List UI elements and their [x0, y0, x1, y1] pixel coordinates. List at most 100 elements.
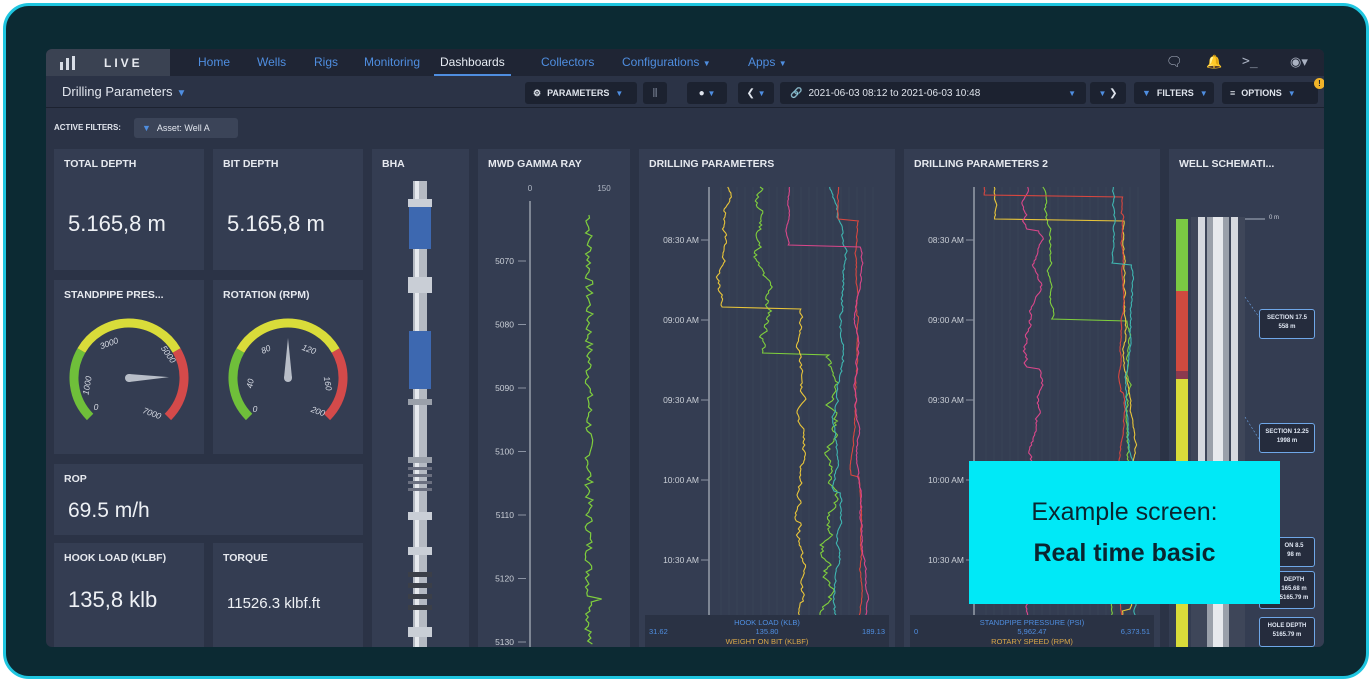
- schematic-top-depth: 0 m: [1269, 215, 1280, 221]
- gamma-ray-widget[interactable]: MWD GAMMA RAY 0 150 5070 5080 5090 5100 5110 51…: [478, 149, 630, 647]
- nav-configurations[interactable]: Configurations ▼: [622, 49, 711, 76]
- scale-max-label: 150: [597, 184, 611, 193]
- legend-max: 189.13: [862, 627, 885, 636]
- section-depth: 5165.79 m: [1272, 632, 1302, 638]
- section-name: SECTION 12.25: [1265, 429, 1309, 435]
- chevron-down-icon: ▼: [707, 88, 716, 98]
- standpipe-gauge: 1000300050000 7000: [69, 318, 189, 421]
- widget-title: DRILLING PARAMETERS 2: [914, 158, 1048, 170]
- nav-home[interactable]: Home: [198, 49, 230, 76]
- terminal-icon[interactable]: >_: [1242, 54, 1258, 69]
- legend-series-name: HOOK LOAD (KLB): [734, 618, 800, 627]
- gauge-tick-label: 0: [94, 402, 99, 412]
- chevron-down-icon: ▼: [1199, 88, 1208, 98]
- time-range-field[interactable]: 🔗 2021-06-03 08:12 to 2021-06-03 10:48 ▼: [780, 82, 1086, 104]
- section-depth: 5165.79 m: [1279, 595, 1309, 601]
- bha-widget[interactable]: BHA: [372, 149, 469, 647]
- hook-load-widget[interactable]: HOOK LOAD (KLBF) 135,8 klb: [54, 543, 204, 647]
- section-depth: 558 m: [1278, 324, 1296, 330]
- dashboard-title: Drilling Parameters: [62, 84, 173, 99]
- rop-value: 69.5 m/h: [68, 499, 150, 522]
- gamma-ray-curve: [584, 214, 602, 645]
- rotation-widget[interactable]: ROTATION (RPM) 40 80 120 160 0 200: [213, 280, 363, 454]
- user-icon[interactable]: ◉▾: [1290, 54, 1308, 70]
- dashboard-toolbar: Drilling Parameters ▼ ⚙ PARAMETERS ▼ ⫼ ● ▼ …: [46, 76, 1324, 108]
- time-tick-label: 09:00 AM: [928, 315, 964, 325]
- rop-widget[interactable]: ROP 69.5 m/h: [54, 464, 363, 535]
- gauge-hub: [125, 374, 133, 382]
- options-label: OPTIONS: [1241, 88, 1282, 98]
- legend-series-name: STANDPIPE PRESSURE (PSI): [979, 618, 1085, 627]
- nav-rigs[interactable]: Rigs: [314, 49, 338, 76]
- filter-chip[interactable]: ▼ Asset: Well A: [134, 118, 238, 138]
- section-name: SECTION 17.5: [1266, 315, 1307, 321]
- legend-next-series: WEIGHT ON BIT (KLBF): [725, 637, 809, 646]
- legend-current: 5,962.47: [1017, 627, 1047, 636]
- bha-diagram: [408, 181, 432, 647]
- top-nav: LIVE Home Wells Rigs Monitoring Dashboar…: [46, 49, 1324, 76]
- section-depth: 98 m: [1287, 552, 1301, 558]
- gauge-tick-label: 1000: [80, 375, 93, 396]
- compare-icon[interactable]: ⫼: [643, 82, 667, 104]
- gauge-tick-label: 120: [301, 342, 318, 356]
- widget-title: BIT DEPTH: [223, 158, 279, 170]
- time-tick-label: 08:30 AM: [928, 235, 964, 245]
- section-depth: 165.68 m: [1281, 586, 1307, 592]
- nav-wells[interactable]: Wells: [257, 49, 286, 76]
- total-depth-widget[interactable]: TOTAL DEPTH 5.165,8 m: [54, 149, 204, 270]
- section-depth: 1998 m: [1276, 438, 1298, 444]
- chat-icon[interactable]: 🗨: [1166, 54, 1183, 70]
- info-button[interactable]: ● ▼: [687, 82, 727, 104]
- chevron-left-icon: ❮: [746, 87, 755, 99]
- section-marker[interactable]: HOLE DEPTH 5165.79 m: [1259, 617, 1315, 647]
- time-tick-label: 10:00 AM: [663, 475, 699, 485]
- next-range-button[interactable]: ▼ ❯: [1090, 82, 1126, 104]
- nav-monitoring[interactable]: Monitoring: [364, 49, 420, 76]
- dashboard-selector[interactable]: Drilling Parameters ▼: [62, 84, 186, 99]
- gauge-needle: [284, 338, 292, 378]
- bit-depth-widget[interactable]: BIT DEPTH 5.165,8 m: [213, 149, 363, 270]
- filter-chip-label: Asset: Well A: [156, 123, 210, 133]
- chevron-down-icon: ▼: [615, 88, 624, 98]
- chevron-down-icon: ▼: [702, 59, 711, 68]
- widget-title: ROP: [64, 473, 87, 485]
- filters-button[interactable]: ▼ FILTERS ▼: [1134, 82, 1214, 104]
- warning-badge: !: [1314, 78, 1324, 89]
- drilling-parameters-widget[interactable]: DRILLING PARAMETERS 08:30 AM 09:00 AM 09:3…: [639, 149, 895, 647]
- info-icon: ●: [698, 87, 705, 99]
- gauge-tick-label: 40: [244, 378, 256, 389]
- drilling-parameters-chart: 08:30 AM 09:00 AM 09:30 AM 10:00 AM 10:30 AM: [663, 186, 874, 647]
- legend-current: 135.80: [755, 627, 779, 636]
- nav-dashboards[interactable]: Dashboards: [434, 49, 511, 76]
- torque-widget[interactable]: TORQUE 11526.3 klbf.ft: [213, 543, 363, 647]
- section-marker[interactable]: SECTION 17.5 558 m: [1259, 309, 1315, 339]
- section-marker[interactable]: SECTION 12.25 1998 m: [1259, 423, 1315, 453]
- nav-collectors[interactable]: Collectors: [541, 49, 594, 76]
- legend-next-series: ROTARY SPEED (RPM): [991, 637, 1073, 646]
- logo[interactable]: LIVE: [46, 49, 170, 76]
- chevron-down-icon: ▼: [176, 88, 187, 99]
- time-tick-label: 09:30 AM: [928, 395, 964, 405]
- torque-value: 11526.3 klbf.ft: [227, 595, 321, 612]
- bit-depth-value: 5.165,8 m: [227, 211, 325, 236]
- time-tick-label: 10:30 AM: [663, 555, 699, 565]
- options-button[interactable]: ≡ OPTIONS ▼: [1222, 82, 1318, 104]
- section-name: DEPTH: [1283, 577, 1305, 583]
- time-tick-label: 08:30 AM: [663, 235, 699, 245]
- active-filters-label: ACTIVE FILTERS:: [54, 123, 121, 132]
- standpipe-pressure-widget[interactable]: STANDPIPE PRES... 1000 3000 5000 0 7000: [54, 280, 204, 454]
- parameters-button[interactable]: ⚙ PARAMETERS ▼: [525, 82, 637, 104]
- bell-icon[interactable]: 🔔: [1206, 54, 1222, 70]
- nav-apps-label: Apps: [748, 55, 776, 69]
- chevron-down-icon: ▼: [778, 59, 787, 68]
- widget-title: TORQUE: [223, 552, 268, 564]
- previous-range-button[interactable]: ❮ ▼: [738, 82, 774, 104]
- example-callout: Example screen: Real time basic: [969, 461, 1280, 604]
- time-tick-label: 10:30 AM: [928, 555, 964, 565]
- widget-title: TOTAL DEPTH: [64, 158, 137, 170]
- gauge-tick-label: 3000: [98, 335, 119, 351]
- nav-apps[interactable]: Apps ▼: [748, 49, 787, 76]
- time-tick-label: 10:00 AM: [928, 475, 964, 485]
- depth-tick-label: 5130: [495, 637, 514, 647]
- depth-tick-label: 5090: [495, 383, 514, 393]
